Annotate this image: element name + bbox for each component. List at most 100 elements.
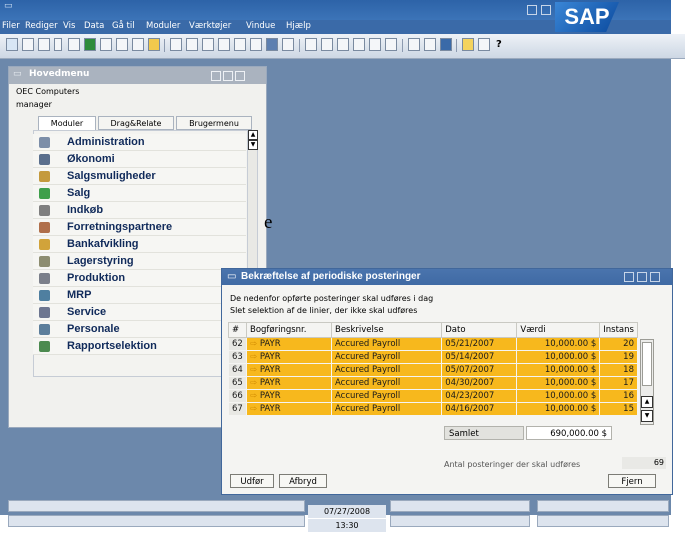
- journal-icon[interactable]: [337, 38, 349, 51]
- minimize-icon[interactable]: [527, 5, 537, 15]
- maximize-icon[interactable]: [637, 272, 647, 282]
- module-personale[interactable]: Personale: [33, 321, 246, 338]
- posting-code-cell[interactable]: ⇨ PAYR: [245, 363, 333, 377]
- module-salg[interactable]: Salg: [33, 185, 246, 202]
- posting-code-cell[interactable]: ⇨ PAYR: [245, 376, 333, 390]
- link-arrow-icon[interactable]: ⇨: [250, 378, 260, 388]
- close-icon[interactable]: [235, 71, 245, 81]
- link-arrow-icon[interactable]: ⇨: [250, 339, 260, 349]
- scroll-down-icon[interactable]: ▼: [248, 140, 258, 150]
- table-scrollbar[interactable]: ▲ ▼: [640, 339, 654, 425]
- payment-icon[interactable]: [369, 38, 381, 51]
- lock-icon[interactable]: [148, 38, 160, 51]
- sort-icon[interactable]: [282, 38, 294, 51]
- menu-hjaelp[interactable]: Hjælp: [286, 21, 311, 31]
- table-row[interactable]: 67 ⇨ PAYR Accured Payroll 04/16/2007 10,000.…: [228, 402, 638, 416]
- col-instance[interactable]: Instans: [599, 322, 638, 338]
- maximize-icon[interactable]: [541, 5, 551, 15]
- settings-icon[interactable]: [424, 38, 436, 51]
- scroll-down-icon[interactable]: ▼: [641, 410, 653, 422]
- help-icon[interactable]: ?: [496, 39, 502, 50]
- link-arrow-icon[interactable]: ⇨: [250, 404, 260, 414]
- table-row[interactable]: 64 ⇨ PAYR Accured Payroll 05/07/2007 10,000.…: [228, 363, 638, 377]
- module-oekonomi[interactable]: Økonomi: [33, 151, 246, 168]
- link-arrow-icon[interactable]: ⇨: [250, 365, 260, 375]
- module-produktion[interactable]: Produktion: [33, 270, 246, 287]
- posting-code-cell[interactable]: ⇨ PAYR: [245, 350, 333, 364]
- freight-icon[interactable]: [385, 38, 397, 51]
- edge-letter: e: [264, 212, 273, 233]
- col-description[interactable]: Beskrivelse: [330, 322, 443, 338]
- module-rapportselektion[interactable]: Rapportselektion: [33, 338, 246, 355]
- launch-icon[interactable]: [132, 38, 144, 51]
- last-record-icon[interactable]: [250, 38, 262, 51]
- module-bankafvikling[interactable]: Bankafvikling: [33, 236, 246, 253]
- module-administration[interactable]: Administration: [33, 134, 246, 151]
- first-record-icon[interactable]: [202, 38, 214, 51]
- scrollbar-thumb[interactable]: [642, 342, 652, 386]
- tab-moduler[interactable]: Moduler: [38, 116, 96, 130]
- col-posting-no[interactable]: Bogføringsnr.: [245, 322, 333, 338]
- cancel-button[interactable]: Afbryd: [279, 474, 327, 488]
- remove-button[interactable]: Fjern: [608, 474, 656, 488]
- table-row[interactable]: 63 ⇨ PAYR Accured Payroll 05/14/2007 10,000.…: [228, 350, 638, 364]
- menu-data[interactable]: Data: [84, 21, 104, 31]
- menu-filer[interactable]: Filer: [2, 21, 20, 31]
- menu-moduler[interactable]: Moduler: [146, 21, 180, 31]
- tab-brugermenu[interactable]: Brugermenu: [176, 116, 252, 130]
- module-forretningspartnere[interactable]: Forretningspartnere: [33, 219, 246, 236]
- word-icon[interactable]: [100, 38, 112, 51]
- module-indkoeb[interactable]: Indkøb: [33, 202, 246, 219]
- previous-record-icon[interactable]: [218, 38, 230, 51]
- tab-drag-relate[interactable]: Drag&Relate: [98, 116, 174, 130]
- col-number[interactable]: #: [228, 322, 247, 338]
- close-icon[interactable]: [650, 272, 660, 282]
- edit-form-icon[interactable]: [408, 38, 420, 51]
- print-icon[interactable]: [22, 38, 34, 51]
- posting-code-cell[interactable]: ⇨ PAYR: [245, 389, 333, 403]
- scroll-up-icon[interactable]: ▲: [248, 130, 258, 140]
- table-row[interactable]: 62 ⇨ PAYR Accured Payroll 05/21/2007 10,000.…: [228, 337, 638, 351]
- menu-vindue[interactable]: Vindue: [246, 21, 275, 31]
- execute-button[interactable]: Udfør: [230, 474, 274, 488]
- form-settings-icon[interactable]: [440, 38, 452, 51]
- find-icon[interactable]: [170, 38, 182, 51]
- posting-code-cell[interactable]: ⇨ PAYR: [245, 337, 333, 351]
- next-record-icon[interactable]: [234, 38, 246, 51]
- pdf-icon[interactable]: [116, 38, 128, 51]
- posting-code-cell[interactable]: ⇨ PAYR: [245, 402, 333, 416]
- menu-vaerktoejer[interactable]: Værktøjer: [189, 21, 231, 31]
- module-lagerstyring[interactable]: Lagerstyring: [33, 253, 246, 270]
- gross-profit-icon[interactable]: [353, 38, 365, 51]
- menu-rediger[interactable]: Rediger: [25, 21, 58, 31]
- minimize-icon[interactable]: [211, 71, 221, 81]
- sms-icon[interactable]: [54, 38, 62, 51]
- filter-icon[interactable]: [266, 38, 278, 51]
- maximize-icon[interactable]: [223, 71, 233, 81]
- table-row[interactable]: 65 ⇨ PAYR Accured Payroll 04/30/2007 10,000.…: [228, 376, 638, 390]
- excel-icon[interactable]: [84, 38, 96, 51]
- calculator-icon[interactable]: [478, 38, 490, 51]
- base-document-icon[interactable]: [305, 38, 317, 51]
- link-arrow-icon[interactable]: ⇨: [250, 391, 260, 401]
- main-menu-titlebar[interactable]: ▭ Hovedmenu: [9, 67, 266, 84]
- menu-vis[interactable]: Vis: [63, 21, 75, 31]
- email-icon[interactable]: [38, 38, 50, 51]
- add-icon[interactable]: [186, 38, 198, 51]
- table-row[interactable]: 66 ⇨ PAYR Accured Payroll 04/23/2007 10,000.…: [228, 389, 638, 403]
- dialog-titlebar[interactable]: ▭ Bekræftelse af periodiske posteringer: [222, 269, 672, 285]
- print-preview-icon[interactable]: [6, 38, 18, 51]
- alert-icon[interactable]: [462, 38, 474, 51]
- posting-code: PAYR: [259, 339, 281, 349]
- target-document-icon[interactable]: [321, 38, 333, 51]
- col-date[interactable]: Dato: [441, 322, 518, 338]
- col-value[interactable]: Værdi: [516, 322, 601, 338]
- scroll-up-icon[interactable]: ▲: [641, 396, 653, 408]
- menu-gaa-til[interactable]: Gå til: [112, 21, 135, 31]
- minimize-icon[interactable]: [624, 272, 634, 282]
- fax-icon[interactable]: [68, 38, 80, 51]
- module-salgsmuligheder[interactable]: Salgsmuligheder: [33, 168, 246, 185]
- module-mrp[interactable]: MRP: [33, 287, 246, 304]
- link-arrow-icon[interactable]: ⇨: [250, 352, 260, 362]
- module-service[interactable]: Service: [33, 304, 246, 321]
